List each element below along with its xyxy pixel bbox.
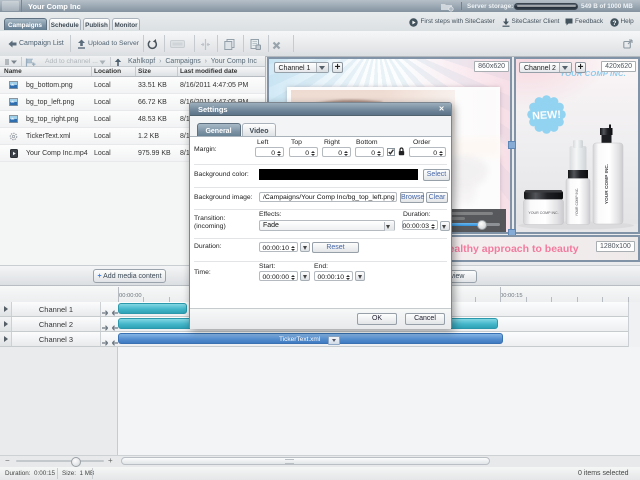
svg-text:YOUR COMP INC.: YOUR COMP INC. [575,188,579,217]
svg-text:YOUR COMP INC.: YOUR COMP INC. [604,164,610,204]
svg-text:YOUR COMP INC.: YOUR COMP INC. [528,211,558,215]
svg-text:NEW!: NEW! [532,109,561,122]
svg-text:?: ? [612,20,616,27]
